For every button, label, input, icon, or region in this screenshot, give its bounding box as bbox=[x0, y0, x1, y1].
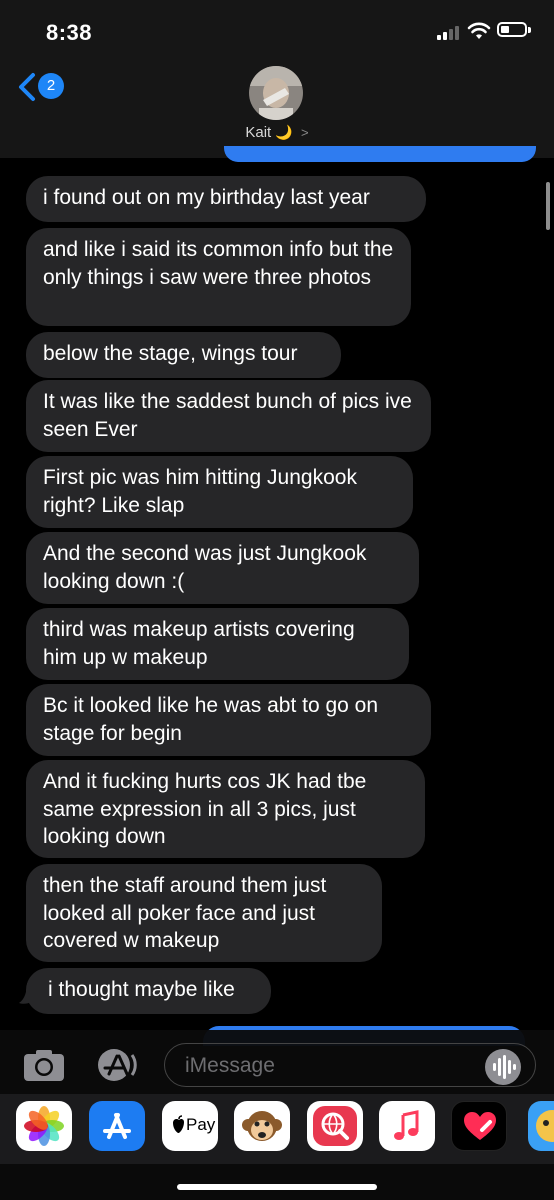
status-bar: 8:38 bbox=[0, 0, 554, 64]
message-text: It was like the saddest bunch of pics iv… bbox=[43, 390, 412, 441]
app-drawer-animoji[interactable] bbox=[234, 1101, 290, 1151]
message-bubble[interactable]: First pic was him hitting Jungkook right… bbox=[26, 456, 413, 528]
contact-name-button[interactable]: Kait 🌙 > bbox=[0, 124, 554, 141]
music-icon bbox=[394, 1110, 419, 1140]
web-images-search-icon bbox=[313, 1106, 357, 1146]
message-text: i found out on my birthday last year bbox=[43, 186, 370, 209]
message-text: And the second was just Jungkook looking… bbox=[43, 542, 367, 593]
message-text: Bc it looked like he was abt to go on st… bbox=[43, 694, 379, 745]
app-drawer-app-store[interactable] bbox=[89, 1101, 145, 1151]
audio-message-button[interactable] bbox=[485, 1049, 521, 1085]
message-bubble[interactable]: below the stage, wings tour bbox=[26, 332, 341, 378]
camera-button[interactable] bbox=[22, 1048, 66, 1082]
message-bubble[interactable]: Bc it looked like he was abt to go on st… bbox=[26, 684, 431, 756]
message-text: then the staff around them just looked a… bbox=[43, 874, 327, 952]
message-bubble[interactable]: i found out on my birthday last year bbox=[26, 176, 426, 222]
app-store-icon bbox=[98, 1049, 137, 1081]
message-text: First pic was him hitting Jungkook right… bbox=[43, 466, 357, 517]
back-button[interactable]: 2 bbox=[16, 70, 66, 104]
app-drawer-photos[interactable] bbox=[16, 1101, 72, 1151]
unread-count-badge: 2 bbox=[38, 73, 64, 99]
message-bubble[interactable]: And it fucking hurts cos JK had tbe same… bbox=[26, 760, 425, 858]
message-text: below the stage, wings tour bbox=[43, 342, 298, 365]
status-time: 8:38 bbox=[46, 20, 93, 45]
home-indicator[interactable] bbox=[177, 1184, 377, 1190]
animoji-monkey-icon bbox=[242, 1111, 282, 1141]
wifi-icon bbox=[467, 22, 491, 39]
message-bubble[interactable]: then the staff around them just looked a… bbox=[26, 864, 382, 962]
message-bubble[interactable]: And the second was just Jungkook looking… bbox=[26, 532, 419, 604]
message-bubble[interactable]: third was makeup artists covering him up… bbox=[26, 608, 409, 680]
cellular-signal-icon bbox=[437, 26, 463, 40]
outgoing-bubble-partial bbox=[224, 146, 536, 162]
contact-emoji: 🌙 bbox=[275, 124, 293, 140]
message-text: third was makeup artists covering him up… bbox=[43, 618, 355, 669]
contact-avatar[interactable] bbox=[249, 66, 303, 120]
contact-name: Kait bbox=[245, 124, 272, 141]
message-text: and like i said its common info but the … bbox=[43, 238, 394, 289]
memoji-icon bbox=[536, 1110, 554, 1142]
app-store-button[interactable] bbox=[94, 1047, 138, 1083]
photos-icon bbox=[24, 1106, 64, 1146]
message-bubble[interactable]: It was like the saddest bunch of pics iv… bbox=[26, 380, 431, 452]
app-drawer-image-search[interactable] bbox=[307, 1101, 363, 1151]
app-drawer-digital-touch[interactable] bbox=[451, 1101, 507, 1151]
scrollbar[interactable] bbox=[546, 182, 550, 230]
bubble-tail bbox=[19, 983, 37, 1004]
chevron-right-icon: > bbox=[301, 125, 309, 140]
imessage-input[interactable]: iMessage bbox=[164, 1043, 536, 1087]
digital-touch-icon bbox=[464, 1112, 496, 1140]
message-bubble[interactable]: and like i said its common info but the … bbox=[26, 228, 411, 326]
message-text: And it fucking hurts cos JK had tbe same… bbox=[43, 770, 367, 848]
apple-pay-label: Pay bbox=[186, 1115, 216, 1134]
battery-icon bbox=[497, 22, 531, 37]
chevron-left-icon bbox=[19, 73, 35, 101]
app-drawer-apple-pay[interactable]: Pay bbox=[162, 1101, 218, 1151]
input-placeholder: iMessage bbox=[185, 1054, 275, 1077]
app-drawer-music[interactable] bbox=[379, 1101, 435, 1151]
camera-icon bbox=[24, 1050, 64, 1081]
app-drawer-memoji[interactable] bbox=[528, 1101, 554, 1151]
message-bubble[interactable]: i thought maybe like bbox=[26, 968, 271, 1014]
app-store-icon bbox=[103, 1113, 131, 1139]
message-text: i thought maybe like bbox=[48, 978, 235, 1001]
